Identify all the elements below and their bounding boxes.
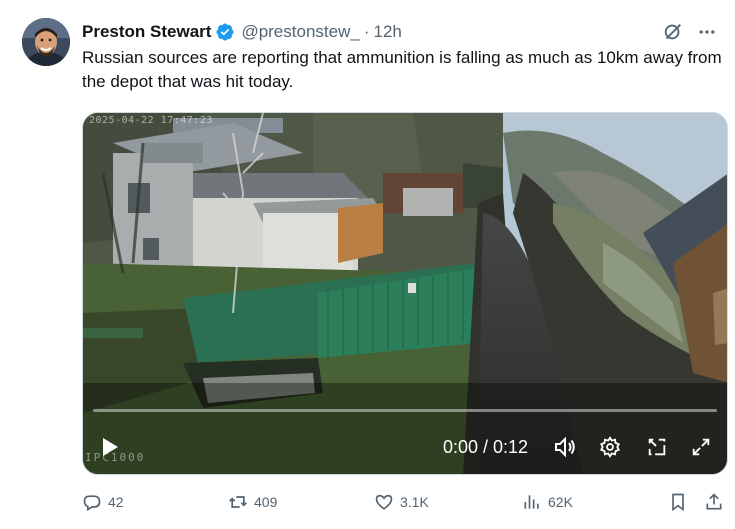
picture-in-picture-icon[interactable] <box>645 435 669 459</box>
reply-count: 42 <box>108 494 124 510</box>
like-button[interactable]: 3.1K <box>374 492 429 512</box>
play-icon[interactable] <box>97 435 121 459</box>
repost-button[interactable]: 409 <box>228 492 277 512</box>
bookmark-button[interactable] <box>668 492 688 512</box>
author-name[interactable]: Preston Stewart <box>82 22 211 42</box>
heart-icon <box>375 494 393 510</box>
reply-button[interactable]: 42 <box>82 492 124 512</box>
author-avatar[interactable] <box>22 18 70 66</box>
repost-count: 409 <box>254 494 278 510</box>
video-progress-bar[interactable] <box>93 409 717 412</box>
post-time[interactable]: 12h <box>373 22 401 42</box>
reply-icon <box>83 495 101 511</box>
gear-icon[interactable] <box>598 435 622 459</box>
separator-dot: · <box>363 22 370 41</box>
repost-icon <box>229 496 247 508</box>
tweet-text: Russian sources are reporting that ammun… <box>82 48 722 91</box>
video-frame <box>83 113 727 474</box>
volume-icon[interactable] <box>553 435 577 459</box>
views-icon <box>524 495 539 509</box>
bookmark-icon <box>672 493 684 512</box>
like-count: 3.1K <box>400 494 429 510</box>
verified-badge-icon[interactable] <box>215 22 235 42</box>
tweet-actions: 42 409 3.1K 62K <box>82 490 722 514</box>
video-player[interactable]: 2025-04-22 17:47:23 IPC1000 0:00 / 0:12 <box>82 112 728 475</box>
fullscreen-icon[interactable] <box>689 435 713 459</box>
grok-icon[interactable] <box>661 20 685 44</box>
video-controls: 0:00 / 0:12 <box>83 431 727 463</box>
more-icon[interactable] <box>695 20 719 44</box>
share-icon <box>706 493 722 510</box>
share-button[interactable] <box>704 492 724 512</box>
video-overlay-timestamp: 2025-04-22 17:47:23 <box>89 115 213 126</box>
author-handle[interactable]: @prestonstew_ <box>241 22 359 42</box>
views-button[interactable]: 62K <box>522 492 573 512</box>
video-time-display: 0:00 / 0:12 <box>443 437 529 457</box>
view-count: 62K <box>548 494 573 510</box>
tweet-header: Preston Stewart @prestonstew_ · 12h <box>82 20 719 44</box>
